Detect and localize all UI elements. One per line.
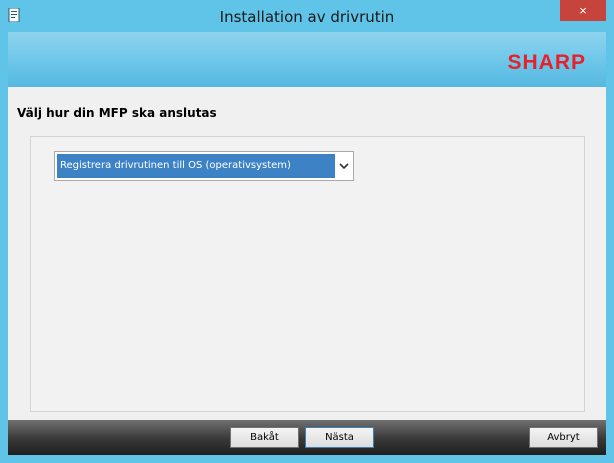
sharp-logo: SHARP — [507, 51, 586, 74]
dropdown-selected-value: Registrera drivrutinen till OS (operativ… — [57, 154, 335, 178]
close-button[interactable]: × — [560, 0, 606, 21]
button-bar: Bakåt Nästa Avbryt — [8, 420, 606, 455]
page-heading: Välj hur din MFP ska anslutas — [17, 106, 217, 120]
connection-method-dropdown[interactable]: Registrera drivrutinen till OS (operativ… — [54, 151, 354, 181]
installer-window: Installation av drivrutin × SHARP Välj h… — [0, 0, 614, 463]
brand-banner: SHARP — [8, 32, 606, 87]
options-panel: Registrera drivrutinen till OS (operativ… — [30, 136, 585, 412]
chevron-down-icon[interactable] — [337, 158, 351, 174]
back-button[interactable]: Bakåt — [230, 427, 299, 448]
next-button[interactable]: Nästa — [305, 427, 374, 448]
title-bar[interactable]: Installation av drivrutin × — [0, 0, 614, 32]
client-area: SHARP Välj hur din MFP ska anslutas Regi… — [8, 32, 606, 455]
cancel-button[interactable]: Avbryt — [529, 427, 598, 448]
window-title: Installation av drivrutin — [219, 8, 395, 26]
